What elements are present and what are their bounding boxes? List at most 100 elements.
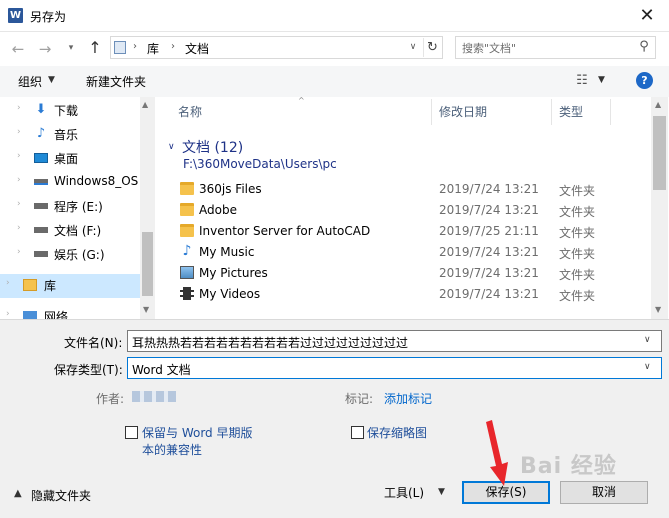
compatibility-checkbox[interactable] [125,426,138,439]
search-input[interactable] [462,40,622,56]
chevron-down-icon[interactable]: ∨ [644,362,651,372]
nav-item-windows8-os[interactable]: › Windows8_OS [0,171,140,193]
library-icon [114,41,126,54]
new-folder-button[interactable]: 新建文件夹 [86,73,146,90]
file-type: 文件夹 [559,289,596,303]
compatibility-label[interactable]: 保留与 Word 早期版 [142,424,252,441]
expand-chevron-icon[interactable]: › [17,103,21,113]
address-dropdown-icon[interactable]: ∨ [405,39,421,56]
column-header-type[interactable]: 类型 [559,103,583,120]
nav-item-label: 音乐 [54,128,79,142]
filename-label: 文件名(N): [64,336,123,350]
filename-input[interactable]: 耳热热热若若若若若若若若若若过过过过过过过过过 ∨ [127,330,662,352]
nav-item-downloads[interactable]: › ⬇ 下载 [0,99,140,121]
chevron-down-icon[interactable]: ▼ [438,487,445,497]
drive-icon [33,246,49,262]
expand-chevron-icon[interactable]: › [6,309,10,319]
file-row[interactable]: My Videos 2019/7/24 13:21 文件夹 [160,284,651,305]
expand-chevron-icon[interactable]: › [17,127,21,137]
breadcrumb-library[interactable]: 库 [147,40,159,57]
filetype-value[interactable]: Word 文档 [132,361,191,378]
scroll-up-icon[interactable]: ▲ [142,100,148,109]
expand-chevron-icon[interactable]: › [17,199,21,209]
save-thumbnail-label[interactable]: 保存缩略图 [367,424,427,441]
file-type: 文件夹 [559,184,596,198]
filename-value[interactable]: 耳热热热若若若若若若若若若若过过过过过过过过过 [132,334,408,351]
scroll-up-icon[interactable]: ▲ [655,100,661,109]
scroll-down-icon[interactable]: ▼ [143,305,149,314]
file-name: My Pictures [199,266,268,280]
nav-item-label: 网络 [44,310,69,319]
cancel-button[interactable]: 取消 [560,481,648,504]
expand-chevron-icon[interactable]: › [17,247,21,257]
nav-item-network[interactable]: › 网络 [0,305,140,319]
breadcrumb-chevron-icon[interactable]: › [171,41,175,52]
videos-folder-icon [180,287,194,300]
chevron-up-icon[interactable]: ▲ [14,488,22,499]
compatibility-label[interactable]: 本的兼容性 [142,441,202,458]
up-arrow-icon[interactable]: ↑ [85,38,105,58]
nav-item-label: 下载 [54,104,79,118]
expand-chevron-icon[interactable]: › [17,151,21,161]
file-date: 2019/7/24 13:21 [439,182,539,196]
drive-icon [33,174,49,190]
file-date: 2019/7/24 13:21 [439,287,539,301]
group-title[interactable]: 文档 (12) [182,137,243,157]
file-row[interactable]: ♪ My Music 2019/7/24 13:21 文件夹 [160,242,651,263]
file-row[interactable]: My Pictures 2019/7/24 13:21 文件夹 [160,263,651,284]
expand-chevron-icon[interactable]: › [6,278,10,288]
expand-chevron-icon[interactable]: › [17,175,21,185]
author-value-blurred[interactable] [132,391,176,402]
nav-item-libraries[interactable]: › 库 [0,274,140,298]
column-divider[interactable] [610,99,611,125]
close-button[interactable]: ✕ [630,2,664,30]
recent-locations-chevron-icon[interactable]: ▾ [64,41,78,55]
nav-item-label: 库 [44,279,57,293]
search-icon[interactable]: ⚲ [636,39,652,55]
chevron-down-icon[interactable]: ▼ [598,75,605,85]
breadcrumb-documents[interactable]: 文档 [185,40,209,57]
file-date: 2019/7/24 13:21 [439,203,539,217]
file-row[interactable]: Adobe 2019/7/24 13:21 文件夹 [160,200,651,221]
column-divider[interactable] [551,99,552,125]
search-box[interactable]: ⚲ [455,36,656,59]
group-collapse-chevron-icon[interactable]: ∨ [168,142,175,152]
file-name: My Music [199,245,255,259]
nav-item-drive-g[interactable]: › 娱乐 (G:) [0,243,140,265]
nav-item-desktop[interactable]: › 桌面 [0,147,140,169]
breadcrumb-chevron-icon[interactable]: › [133,41,137,52]
add-tags-link[interactable]: 添加标记 [384,390,432,407]
forward-arrow-icon[interactable]: → [35,39,55,59]
expand-chevron-icon[interactable]: › [17,223,21,233]
file-date: 2019/7/25 21:11 [439,224,539,238]
scroll-down-icon[interactable]: ▼ [655,305,661,314]
nav-scrollbar-thumb[interactable] [142,232,153,296]
column-header-name[interactable]: 名称 [178,103,202,120]
filetype-select[interactable]: Word 文档 ∨ [127,357,662,379]
back-arrow-icon[interactable]: ← [8,39,28,59]
refresh-icon[interactable]: ↻ [423,38,441,57]
nav-item-music[interactable]: › ♪ 音乐 [0,123,140,145]
help-icon[interactable]: ? [636,72,653,89]
file-list: 名称 ^ 修改日期 类型 ∨ 文档 (12) F:\360MoveData\Us… [160,97,651,319]
column-divider[interactable] [431,99,432,125]
organize-button[interactable]: 组织 [18,73,42,90]
file-name: Adobe [199,203,237,217]
nav-item-drive-f[interactable]: › 文档 (F:) [0,219,140,241]
download-icon: ⬇ [35,102,47,117]
network-icon [22,308,38,319]
chevron-down-icon[interactable]: ▼ [48,75,55,85]
file-row[interactable]: 360js Files 2019/7/24 13:21 文件夹 [160,179,651,200]
file-list-scrollbar-thumb[interactable] [653,116,666,190]
address-bar[interactable]: › 库 › 文档 ∨ ↻ [110,36,443,59]
tools-button[interactable]: 工具(L) [384,484,424,501]
view-options-icon[interactable]: ☷ [573,73,591,89]
nav-item-label: Windows8_OS [54,174,139,188]
hide-folders-button[interactable]: 隐藏文件夹 [31,487,91,504]
column-header-date[interactable]: 修改日期 [439,103,487,120]
drive-icon [33,198,49,214]
save-thumbnail-checkbox[interactable] [351,426,364,439]
file-row[interactable]: Inventor Server for AutoCAD 2019/7/25 21… [160,221,651,242]
nav-item-drive-e[interactable]: › 程序 (E:) [0,195,140,217]
chevron-down-icon[interactable]: ∨ [644,335,651,345]
